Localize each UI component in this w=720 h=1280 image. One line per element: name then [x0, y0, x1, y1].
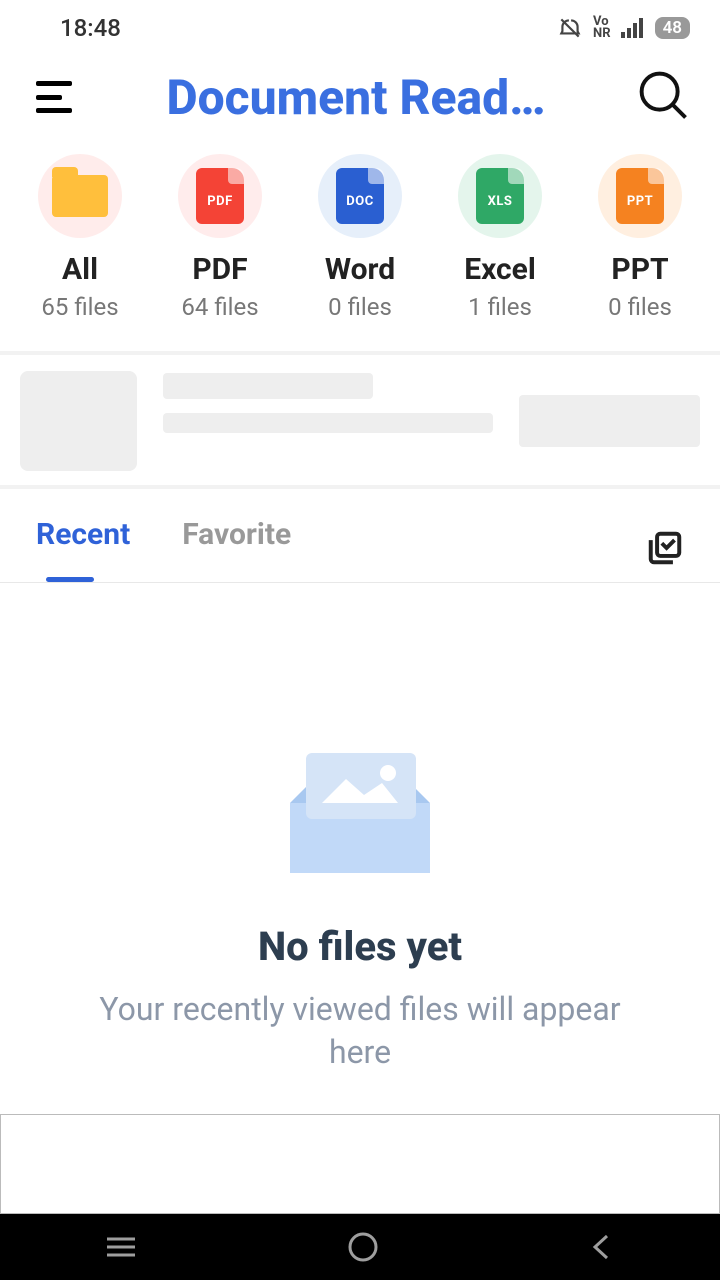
category-label: Word — [325, 252, 395, 287]
status-bar: 18:48 VoNR 48 — [0, 0, 720, 48]
multiselect-icon[interactable] — [646, 529, 684, 571]
pdf-icon: PDF — [178, 154, 262, 238]
tab-recent[interactable]: Recent — [36, 517, 130, 582]
battery-level: 48 — [655, 17, 690, 39]
status-time: 18:48 — [60, 14, 121, 42]
empty-subtitle: Your recently viewed files will appear h… — [90, 988, 630, 1074]
category-excel[interactable]: XLS Excel 1 files — [435, 154, 565, 321]
category-count: 65 files — [41, 293, 118, 321]
home-icon[interactable] — [346, 1230, 380, 1264]
skeleton-button — [519, 395, 700, 447]
ppt-icon: PPT — [598, 154, 682, 238]
signal-icon — [621, 18, 645, 38]
category-count: 64 files — [181, 293, 258, 321]
skeleton-lines — [163, 371, 493, 433]
empty-title: No files yet — [258, 923, 462, 970]
back-icon[interactable] — [587, 1232, 617, 1262]
category-count: 0 files — [608, 293, 672, 321]
category-row: All 65 files PDF PDF 64 files DOC Word 0 files X… — [0, 136, 720, 351]
category-ppt[interactable]: PPT PPT 0 files — [575, 154, 705, 321]
category-label: Excel — [464, 252, 536, 287]
empty-state: No files yet Your recently viewed files … — [0, 583, 720, 1074]
category-word[interactable]: DOC Word 0 files — [295, 154, 425, 321]
tabs: Recent Favorite — [0, 489, 720, 582]
app-title: Document Read… — [96, 69, 616, 126]
menu-icon[interactable] — [36, 81, 76, 113]
loading-skeleton — [0, 355, 720, 485]
android-nav-bar — [0, 1214, 720, 1280]
status-right: VoNR 48 — [557, 15, 690, 41]
header: Document Read… — [0, 48, 720, 136]
skeleton-box — [20, 371, 137, 471]
folder-icon — [38, 154, 122, 238]
excel-icon: XLS — [458, 154, 542, 238]
ad-banner[interactable] — [0, 1114, 720, 1214]
category-pdf[interactable]: PDF PDF 64 files — [155, 154, 285, 321]
tab-favorite[interactable]: Favorite — [182, 517, 291, 582]
empty-illustration — [270, 743, 450, 883]
word-icon: DOC — [318, 154, 402, 238]
category-label: PDF — [192, 252, 247, 287]
category-all[interactable]: All 65 files — [15, 154, 145, 321]
category-count: 0 files — [328, 293, 392, 321]
search-icon[interactable] — [636, 68, 690, 126]
category-count: 1 files — [468, 293, 532, 321]
vo-nr-label: VoNR — [593, 16, 611, 39]
recents-icon[interactable] — [103, 1234, 139, 1260]
category-label: All — [62, 252, 98, 287]
category-label: PPT — [611, 252, 668, 287]
mute-icon — [557, 15, 583, 41]
